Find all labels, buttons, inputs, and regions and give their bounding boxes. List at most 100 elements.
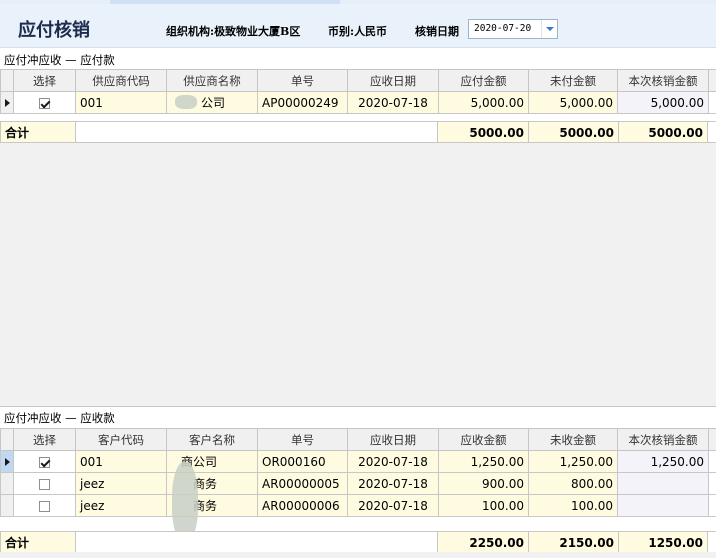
writeoff-date-picker[interactable]: 2020-07-20 [468,19,558,39]
payable-header-row: 选择 供应商代码 供应商名称 单号 应收日期 应付金额 未付金额 本次核销金额 [0,69,716,92]
col-header-spacer [708,69,716,92]
total-blank [75,531,438,554]
org-field: 组织机构:极致物业大厦B区 [166,23,300,39]
receivable-amount-cell[interactable]: 900.00 [438,472,529,495]
select-cell[interactable] [13,450,76,473]
customer-code-cell[interactable]: jeez [75,472,167,495]
row-indicator-header [0,69,14,92]
date-cell[interactable]: 2020-07-18 [347,472,439,495]
total-label: 合计 [0,121,76,144]
row-indicator[interactable] [0,472,14,495]
writeoff-amount-cell[interactable]: 5,000.00 [617,91,709,114]
chevron-down-icon[interactable] [541,20,557,38]
col-header-supplier-code[interactable]: 供应商代码 [75,69,167,92]
total-blank [75,121,438,144]
col-header-unreceived-amount[interactable]: 未收金额 [528,428,618,451]
number-cell[interactable]: AR00000005 [257,472,348,495]
total-receivable-amount: 2250.00 [437,531,529,554]
form-header: 应付核销 组织机构:极致物业大厦B区 币别:人民币 核销日期 2020-07-2… [0,4,716,48]
receivable-section-label: 应付冲应收 — 应收款 [4,411,115,425]
select-checkbox[interactable] [39,456,50,468]
date-cell[interactable]: 2020-07-18 [347,450,439,473]
redaction-mark [175,95,197,109]
receivable-total-row: 合计 2250.00 2150.00 1250.00 [0,531,716,554]
select-cell[interactable] [13,494,76,517]
writeoff-amount-cell[interactable] [617,472,709,495]
receivable-amount-cell[interactable]: 1,250.00 [438,450,529,473]
number-cell[interactable]: AR00000006 [257,494,348,517]
unreceived-amount-cell[interactable]: 1,250.00 [528,450,618,473]
col-header-payable-amount[interactable]: 应付金额 [438,69,529,92]
select-checkbox[interactable] [39,500,50,512]
org-label: 组织机构: [166,25,215,38]
col-header-number[interactable]: 单号 [257,69,348,92]
total-writeoff-amount: 1250.00 [618,531,708,554]
col-header-customer-name[interactable]: 客户名称 [166,428,258,451]
currency-field: 币别:人民币 [328,23,387,39]
col-header-customer-code[interactable]: 客户代码 [75,428,167,451]
select-checkbox[interactable] [39,97,50,109]
col-header-number[interactable]: 单号 [257,428,348,451]
table-row[interactable]: 001 公司 AP00000249 2020-07-18 5,000.00 5,… [0,91,716,114]
currency-label: 币别: [328,25,355,38]
total-unreceived-amount: 2150.00 [528,531,619,554]
redaction-mark [172,462,198,540]
customer-code-cell[interactable]: 001 [75,450,167,473]
supplier-name-text: 公司 [201,96,226,110]
bottom-area [0,552,716,558]
col-header-writeoff-amount[interactable]: 本次核销金额 [617,69,709,92]
page-title: 应付核销 [18,20,90,41]
row-spacer [708,472,716,495]
writeoff-amount-cell[interactable]: 1,250.00 [617,450,709,473]
supplier-name-cell[interactable]: 公司 [166,91,258,114]
table-row[interactable]: jeez 商务 AR00000006 2020-07-18 100.00 100… [0,494,716,517]
date-cell[interactable]: 2020-07-18 [347,91,439,114]
customer-code-cell[interactable]: jeez [75,494,167,517]
date-cell[interactable]: 2020-07-18 [347,494,439,517]
number-cell[interactable]: AP00000249 [257,91,348,114]
date-label: 核销日期 [415,25,459,38]
total-label: 合计 [0,531,76,554]
writeoff-amount-cell[interactable] [617,494,709,517]
total-spacer [707,531,716,554]
total-payable-amount: 5000.00 [437,121,529,144]
receivable-totals: 合计 2250.00 2150.00 1250.00 [0,531,716,554]
receivable-header-row: 选择 客户代码 客户名称 单号 应收日期 应收金额 未收金额 本次核销金额 [0,428,716,451]
payable-totals: 合计 5000.00 5000.00 5000.00 [0,121,716,144]
total-unpaid-amount: 5000.00 [528,121,619,144]
current-row-arrow-icon [4,457,10,466]
row-indicator[interactable] [0,494,14,517]
unpaid-amount-cell[interactable]: 5,000.00 [528,91,618,114]
total-writeoff-amount: 5000.00 [618,121,708,144]
row-indicator[interactable] [0,450,14,473]
total-spacer [707,121,716,144]
payable-total-row: 合计 5000.00 5000.00 5000.00 [0,121,716,144]
table-row[interactable]: jeez 商务 AR00000005 2020-07-18 900.00 800… [0,472,716,495]
col-header-date[interactable]: 应收日期 [347,428,439,451]
col-header-supplier-name[interactable]: 供应商名称 [166,69,258,92]
select-cell[interactable] [13,472,76,495]
row-indicator[interactable] [0,91,14,114]
col-header-unpaid-amount[interactable]: 未付金额 [528,69,618,92]
unreceived-amount-cell[interactable]: 100.00 [528,494,618,517]
unreceived-amount-cell[interactable]: 800.00 [528,472,618,495]
col-header-date[interactable]: 应收日期 [347,69,439,92]
supplier-code-cell[interactable]: 001 [75,91,167,114]
select-cell[interactable] [13,91,76,114]
receivable-grid: 选择 客户代码 客户名称 单号 应收日期 应收金额 未收金额 本次核销金额 00… [0,428,716,517]
payable-section-label: 应付冲应收 — 应付款 [4,53,115,67]
col-header-receivable-amount[interactable]: 应收金额 [438,428,529,451]
number-cell[interactable]: OR000160 [257,450,348,473]
table-row[interactable]: 001 商公司 OR000160 2020-07-18 1,250.00 1,2… [0,450,716,473]
receivable-amount-cell[interactable]: 100.00 [438,494,529,517]
payable-amount-cell[interactable]: 5,000.00 [438,91,529,114]
select-checkbox[interactable] [39,478,50,490]
row-spacer [708,91,716,114]
payable-grid: 选择 供应商代码 供应商名称 单号 应收日期 应付金额 未付金额 本次核销金额 … [0,69,716,114]
col-header-select[interactable]: 选择 [13,428,76,451]
org-value: 极致物业大厦B区 [214,25,301,38]
col-header-spacer [708,428,716,451]
row-spacer [708,494,716,517]
col-header-writeoff-amount[interactable]: 本次核销金额 [617,428,709,451]
col-header-select[interactable]: 选择 [13,69,76,92]
